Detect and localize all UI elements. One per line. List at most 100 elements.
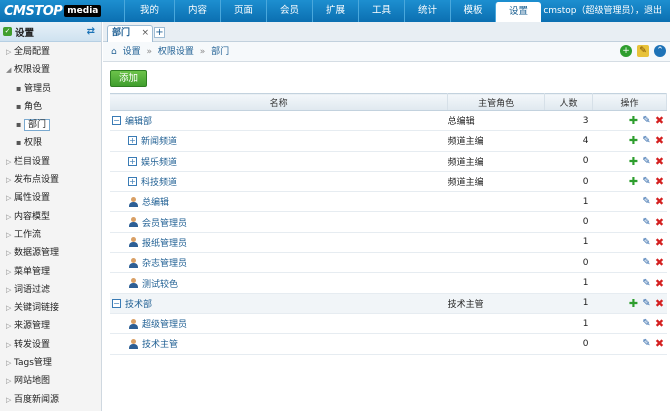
add-icon[interactable]: ✚ [629, 155, 639, 168]
edit-icon[interactable]: ✎ [642, 318, 652, 329]
role-link[interactable]: 总编辑 [142, 198, 169, 208]
cell-role: 频道主编 [447, 151, 545, 172]
sidebar-item[interactable]: ▷ 关键词链接 [0, 299, 101, 317]
sidebar-item[interactable]: ▷ 内容模型 [0, 208, 101, 226]
nav-item[interactable]: 工具 [358, 0, 404, 22]
add-icon[interactable]: ✚ [629, 297, 639, 310]
table-row: 报纸管理员 1 ✎ ✖ [110, 232, 667, 254]
delete-icon[interactable]: ✖ [655, 134, 665, 147]
delete-icon[interactable]: ✖ [655, 236, 665, 249]
role-link[interactable]: 超级管理员 [142, 320, 187, 330]
delete-icon[interactable]: ✖ [655, 317, 665, 330]
delete-icon[interactable]: ✖ [655, 114, 665, 127]
sidebar-item-label: 关键词链接 [14, 303, 60, 314]
user-info[interactable]: cmstop（超级管理员），退出 [543, 0, 662, 22]
role-link[interactable]: 技术主管 [142, 340, 178, 350]
edit-icon[interactable]: ✎ [642, 135, 652, 146]
add-icon[interactable]: ✚ [629, 134, 639, 147]
nav-item[interactable]: 页面 [220, 0, 266, 22]
sidebar-item[interactable]: ▷ 菜单管理 [0, 263, 101, 281]
role-link[interactable]: 杂志管理员 [142, 259, 187, 269]
department-name[interactable]: 科技频道 [141, 178, 177, 188]
edit-icon[interactable]: ✎ [642, 156, 652, 167]
department-name[interactable]: 技术部 [125, 300, 152, 310]
delete-icon[interactable]: ✖ [655, 337, 665, 350]
sidebar-item[interactable]: ▷ 转发设置 [0, 336, 101, 354]
edit-icon[interactable]: ✎ [642, 237, 652, 248]
edit-icon[interactable]: ✎ [642, 278, 652, 289]
edit-icon[interactable]: ✎ [642, 196, 652, 207]
delete-icon[interactable]: ✖ [655, 216, 665, 229]
add-icon[interactable]: ✚ [629, 114, 639, 127]
sidebar-item[interactable]: ▷ 属性设置 [0, 189, 101, 207]
edit-icon[interactable]: ✎ [642, 257, 652, 268]
table-row: 总编辑 1 ✎ ✖ [110, 191, 667, 213]
sidebar-subitem[interactable]: ▪ 角色 [0, 98, 101, 116]
sidebar-item[interactable]: ◢ 权限设置 [0, 61, 101, 79]
sidebar-item[interactable]: ▷ Tags管理 [0, 354, 101, 372]
nav-item[interactable]: 会员 [266, 0, 312, 22]
sidebar-item[interactable]: ▷ 发布点设置 [0, 171, 101, 189]
expand-icon[interactable]: + [128, 136, 137, 146]
department-name[interactable]: 娱乐频道 [141, 158, 177, 168]
user-icon [128, 196, 139, 207]
nav-item[interactable]: 模板 [450, 0, 495, 22]
add-tab-button[interactable]: + [154, 27, 165, 38]
sidebar-item[interactable]: ▷ 栏目设置 [0, 153, 101, 171]
delete-icon[interactable]: ✖ [655, 155, 665, 168]
department-name[interactable]: 编辑部 [125, 117, 152, 127]
nav-item[interactable]: 统计 [404, 0, 450, 22]
triangle-right-icon: ▷ [6, 230, 12, 239]
sidebar-item[interactable]: ▷ 百度新闻源 [0, 391, 101, 409]
delete-icon[interactable]: ✖ [655, 277, 665, 290]
triangle-right-icon: ▷ [6, 322, 12, 331]
breadcrumb-item[interactable]: 设置 [123, 47, 141, 57]
nav-item[interactable]: 我的 [124, 0, 174, 22]
role-link[interactable]: 会员管理员 [142, 219, 187, 229]
sidebar-item[interactable]: ▷ 全局配置 [0, 43, 101, 61]
delete-icon[interactable]: ✖ [655, 256, 665, 269]
edit-icon[interactable]: ✎ [642, 338, 652, 349]
edit-icon[interactable]: ✎ [642, 176, 652, 187]
edit-icon[interactable]: ✎ [642, 217, 652, 228]
breadcrumb-item[interactable]: 部门 [211, 47, 229, 57]
sidebar-item[interactable]: ▷ 数据源管理 [0, 244, 101, 262]
sidebar-subitem[interactable]: ▪ 部门 [0, 116, 101, 134]
nav-item[interactable]: 扩展 [312, 0, 358, 22]
delete-icon[interactable]: ✖ [655, 195, 665, 208]
tab-department[interactable]: 部门 × [107, 25, 153, 42]
sidebar-item[interactable]: ▷ 网站地图 [0, 372, 101, 390]
sidebar-item[interactable]: ▷ 工作流 [0, 226, 101, 244]
role-link[interactable]: 测试较色 [142, 280, 178, 290]
add-button[interactable]: 添加 [110, 70, 147, 87]
refresh-icon[interactable]: ⇄ [87, 26, 95, 37]
add-circle-icon[interactable]: + [620, 45, 632, 57]
collapse-icon[interactable]: − [112, 298, 121, 308]
cell-count: 3 [544, 110, 593, 132]
cell-name: 测试较色 [110, 272, 448, 294]
expand-icon[interactable]: + [128, 177, 137, 187]
notepad-icon[interactable]: ✎ [637, 45, 649, 57]
sidebar-item[interactable]: ▷ 来源管理 [0, 317, 101, 335]
breadcrumb-item[interactable]: 权限设置 [158, 47, 194, 57]
sidebar-subitem[interactable]: ▪ 权限 [0, 134, 101, 152]
collapse-icon[interactable]: − [112, 116, 121, 126]
nav-item[interactable]: 内容 [174, 0, 220, 22]
delete-icon[interactable]: ✖ [655, 297, 665, 310]
logo-badge: media [64, 5, 102, 17]
close-icon[interactable]: × [141, 26, 149, 41]
delete-icon[interactable]: ✖ [655, 175, 665, 188]
edit-icon[interactable]: ✎ [642, 115, 652, 126]
sidebar-subitem[interactable]: ▪ 管理员 [0, 80, 101, 98]
bullet-icon: ▪ [16, 120, 22, 130]
add-icon[interactable]: ✚ [629, 175, 639, 188]
nav-item[interactable]: 设置 [495, 2, 541, 22]
edit-icon[interactable]: ✎ [642, 298, 652, 309]
logo[interactable]: CMSTOP media [4, 3, 102, 19]
role-link[interactable]: 报纸管理员 [142, 239, 187, 249]
home-icon[interactable]: ⌂ [111, 47, 117, 57]
up-arrow-icon[interactable]: ⌃ [654, 45, 666, 57]
department-name[interactable]: 新闻频道 [141, 137, 177, 147]
expand-icon[interactable]: + [128, 156, 137, 166]
sidebar-item[interactable]: ▷ 词语过滤 [0, 281, 101, 299]
